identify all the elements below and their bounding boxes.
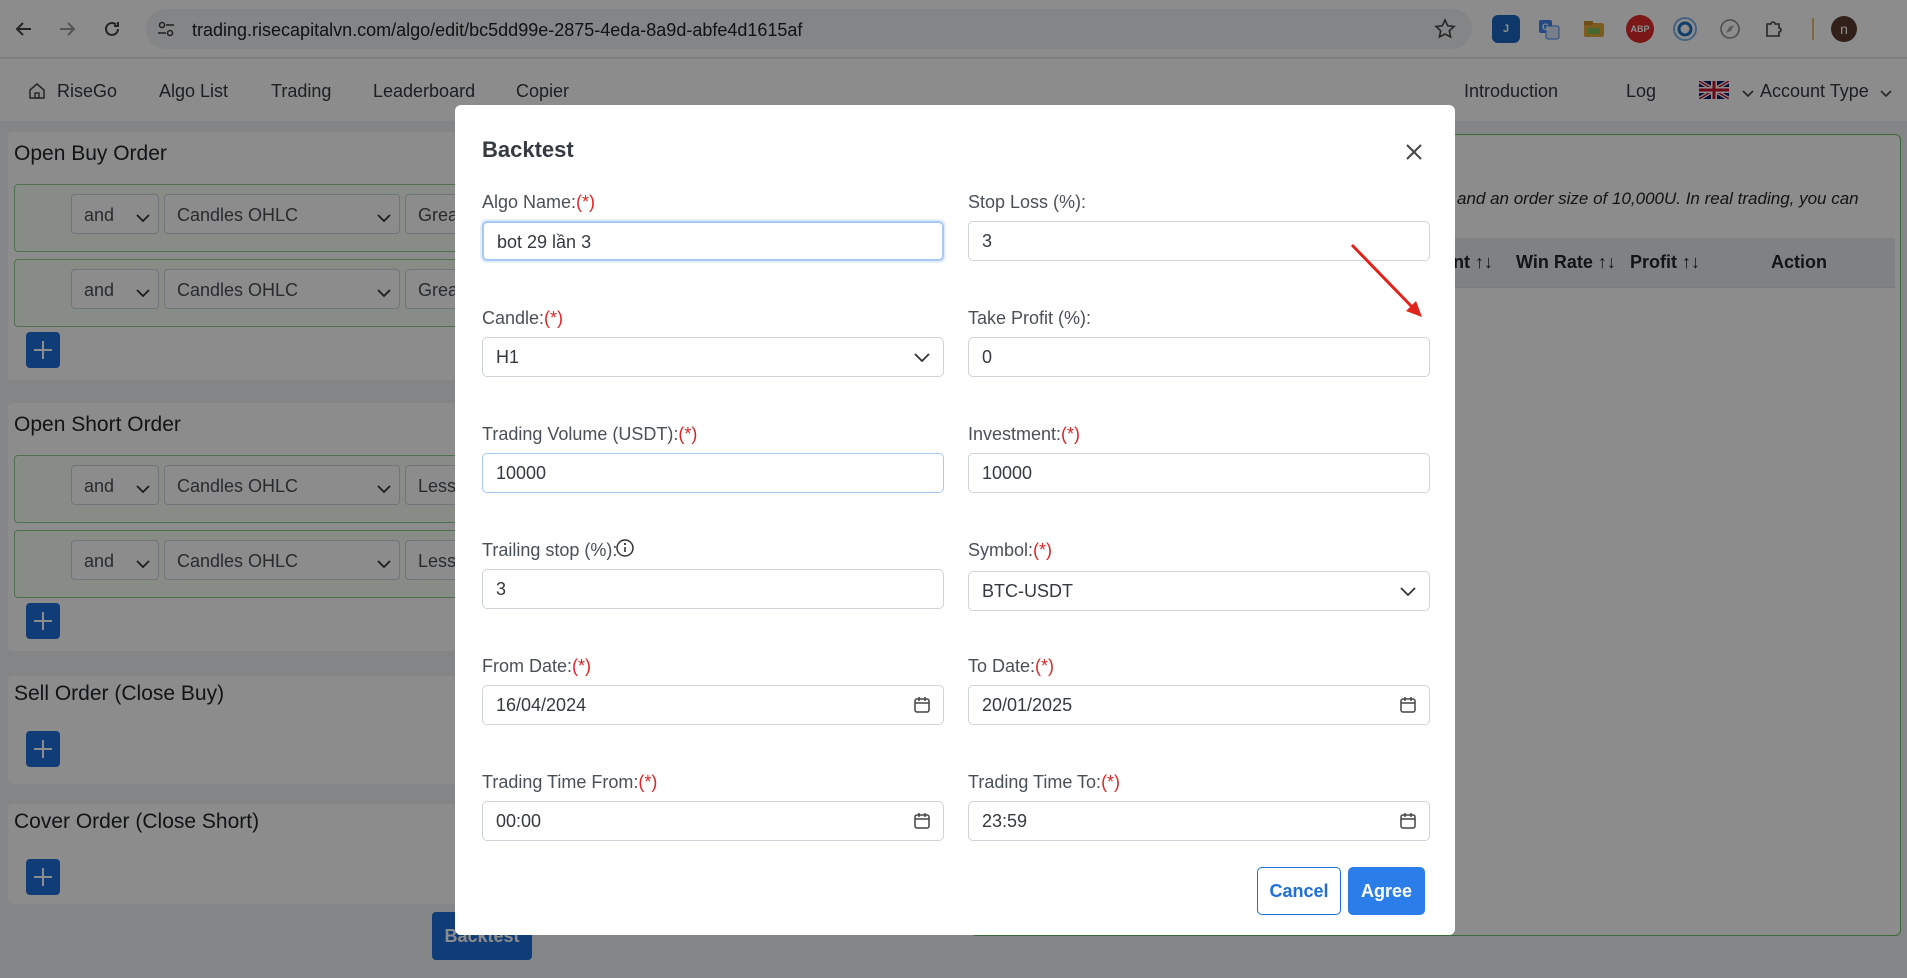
required-mark: (*) bbox=[572, 656, 592, 676]
from-date-label: From Date:(*) bbox=[482, 656, 591, 677]
required-mark: (*) bbox=[576, 192, 596, 212]
candle-select[interactable]: H1 bbox=[482, 337, 944, 377]
symbol-select[interactable]: BTC-USDT bbox=[968, 571, 1430, 611]
required-mark: (*) bbox=[1033, 540, 1053, 560]
investment-value: 10000 bbox=[982, 463, 1033, 483]
time-from-label-text: Trading Time From: bbox=[482, 772, 639, 792]
symbol-label: Symbol:(*) bbox=[968, 540, 1052, 561]
candle-label: Candle:(*) bbox=[482, 308, 563, 329]
agree-button[interactable]: Agree bbox=[1348, 867, 1425, 915]
to-date-value: 20/01/2025 bbox=[982, 695, 1073, 715]
to-date-label: To Date:(*) bbox=[968, 656, 1054, 677]
take-profit-label: Take Profit (%): bbox=[968, 308, 1092, 328]
algo-name-label-text: Algo Name: bbox=[482, 192, 577, 212]
info-icon[interactable] bbox=[615, 538, 635, 558]
trading-volume-value: 10000 bbox=[496, 463, 547, 483]
chevron-down-icon bbox=[1399, 582, 1417, 600]
to-date-input[interactable]: 20/01/2025 bbox=[968, 685, 1430, 725]
modal-title: Backtest bbox=[482, 137, 574, 162]
time-to-label-text: Trading Time To: bbox=[968, 772, 1102, 792]
required-mark: (*) bbox=[638, 772, 658, 792]
investment-label-text: Investment: bbox=[968, 424, 1062, 444]
investment-label: Investment:(*) bbox=[968, 424, 1080, 445]
investment-input[interactable]: 10000 bbox=[968, 453, 1430, 493]
time-from-value: 00:00 bbox=[496, 811, 542, 831]
chevron-down-icon bbox=[913, 348, 931, 366]
time-to-label: Trading Time To:(*) bbox=[968, 772, 1120, 793]
algo-name-value: bot 29 lần 3 bbox=[497, 232, 592, 252]
candle-label-text: Candle: bbox=[482, 308, 545, 328]
from-date-label-text: From Date: bbox=[482, 656, 573, 676]
backtest-modal: Backtest Algo Name:(*) bot 29 lần 3 Stop… bbox=[455, 105, 1455, 935]
required-mark: (*) bbox=[1101, 772, 1121, 792]
time-from-label: Trading Time From:(*) bbox=[482, 772, 657, 793]
algo-name-input[interactable]: bot 29 lần 3 bbox=[482, 221, 944, 261]
symbol-label-text: Symbol: bbox=[968, 540, 1034, 560]
algo-name-label: Algo Name:(*) bbox=[482, 192, 595, 213]
stop-loss-label: Stop Loss (%): bbox=[968, 192, 1087, 212]
time-to-input[interactable]: 23:59 bbox=[968, 801, 1430, 841]
required-mark: (*) bbox=[544, 308, 564, 328]
from-date-value: 16/04/2024 bbox=[496, 695, 587, 715]
time-from-input[interactable]: 00:00 bbox=[482, 801, 944, 841]
take-profit-value: 0 bbox=[982, 347, 993, 367]
close-icon[interactable] bbox=[1401, 139, 1427, 165]
trading-volume-label-text: Trading Volume (USDT): bbox=[482, 424, 679, 444]
to-date-label-text: To Date: bbox=[968, 656, 1036, 676]
time-to-value: 23:59 bbox=[982, 811, 1028, 831]
required-mark: (*) bbox=[1035, 656, 1055, 676]
annotation-arrow-icon bbox=[1350, 243, 1422, 317]
trailing-stop-label: Trailing stop (%): bbox=[482, 540, 618, 560]
calendar-icon[interactable] bbox=[1399, 812, 1417, 830]
trailing-stop-input[interactable]: 3 bbox=[482, 569, 944, 609]
trading-volume-input[interactable]: 10000 bbox=[482, 453, 944, 493]
cancel-button[interactable]: Cancel bbox=[1257, 867, 1341, 915]
calendar-icon[interactable] bbox=[913, 812, 931, 830]
take-profit-input[interactable]: 0 bbox=[968, 337, 1430, 377]
symbol-value: BTC-USDT bbox=[982, 581, 1073, 601]
trading-volume-label: Trading Volume (USDT):(*) bbox=[482, 424, 697, 445]
trailing-stop-value: 3 bbox=[496, 579, 507, 599]
candle-value: H1 bbox=[496, 347, 520, 367]
stop-loss-value: 3 bbox=[982, 231, 993, 251]
required-mark: (*) bbox=[1061, 424, 1081, 444]
calendar-icon[interactable] bbox=[913, 696, 931, 714]
calendar-icon[interactable] bbox=[1399, 696, 1417, 714]
from-date-input[interactable]: 16/04/2024 bbox=[482, 685, 944, 725]
required-mark: (*) bbox=[678, 424, 698, 444]
